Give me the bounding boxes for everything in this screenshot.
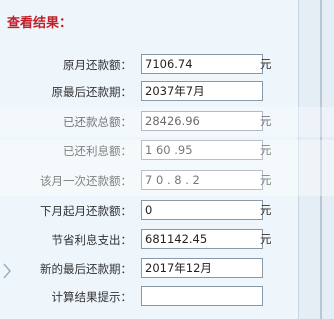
label-interest-saved: 节省利息支出：	[51, 233, 133, 247]
divider	[320, 0, 322, 319]
label-original-monthly-payment: 原月还款额：	[63, 58, 132, 72]
field-total-paid[interactable]: 28426.96	[141, 111, 263, 131]
row-result-hint: 计算结果提示：	[0, 286, 300, 308]
row-new-last-payment-date: 新的最后还款期： 2017年12月	[0, 258, 300, 280]
chevron-right-icon[interactable]	[2, 262, 16, 284]
label-total-paid: 已还款总额：	[63, 115, 132, 129]
field-next-monthly-payment[interactable]: 0	[141, 200, 263, 220]
row-lump-sum-payment: 该月一次还款额： 7 0 . 8 . 2 元	[0, 170, 300, 192]
row-original-last-payment-date: 原最后还款期： 2037年7月	[0, 81, 300, 103]
unit-interest-paid: 元	[260, 143, 272, 157]
label-interest-paid: 已还利息额：	[63, 144, 132, 158]
result-title: 查看结果：	[7, 16, 73, 31]
field-interest-paid[interactable]: 1 60 .95	[141, 140, 263, 160]
row-interest-paid: 已还利息额： 1 60 .95 元	[0, 140, 300, 162]
side-strip	[298, 0, 334, 319]
unit-original-monthly-payment: 元	[260, 57, 272, 71]
row-total-paid: 已还款总额： 28426.96 元	[0, 111, 300, 133]
row-interest-saved: 节省利息支出： 681142.45 元	[0, 229, 300, 251]
field-original-monthly-payment[interactable]: 7106.74	[141, 54, 263, 74]
unit-interest-saved: 元	[260, 232, 272, 246]
row-next-monthly-payment: 下月起月还款额： 0 元	[0, 200, 300, 222]
row-original-monthly-payment: 原月还款额： 7106.74 元	[0, 54, 300, 76]
field-result-hint[interactable]	[141, 286, 263, 306]
field-original-last-payment-date[interactable]: 2037年7月	[141, 81, 263, 101]
label-lump-sum-payment: 该月一次还款额：	[40, 174, 132, 188]
unit-total-paid: 元	[260, 114, 272, 128]
label-new-last-payment-date: 新的最后还款期：	[40, 262, 132, 276]
field-lump-sum-payment[interactable]: 7 0 . 8 . 2	[141, 170, 263, 190]
unit-next-monthly-payment: 元	[260, 203, 272, 217]
field-new-last-payment-date[interactable]: 2017年12月	[141, 258, 263, 278]
field-interest-saved[interactable]: 681142.45	[141, 229, 263, 249]
label-next-monthly-payment: 下月起月还款额：	[40, 204, 132, 218]
label-result-hint: 计算结果提示：	[51, 290, 133, 304]
label-original-last-payment-date: 原最后还款期：	[51, 85, 133, 99]
unit-lump-sum-payment: 元	[260, 173, 272, 187]
